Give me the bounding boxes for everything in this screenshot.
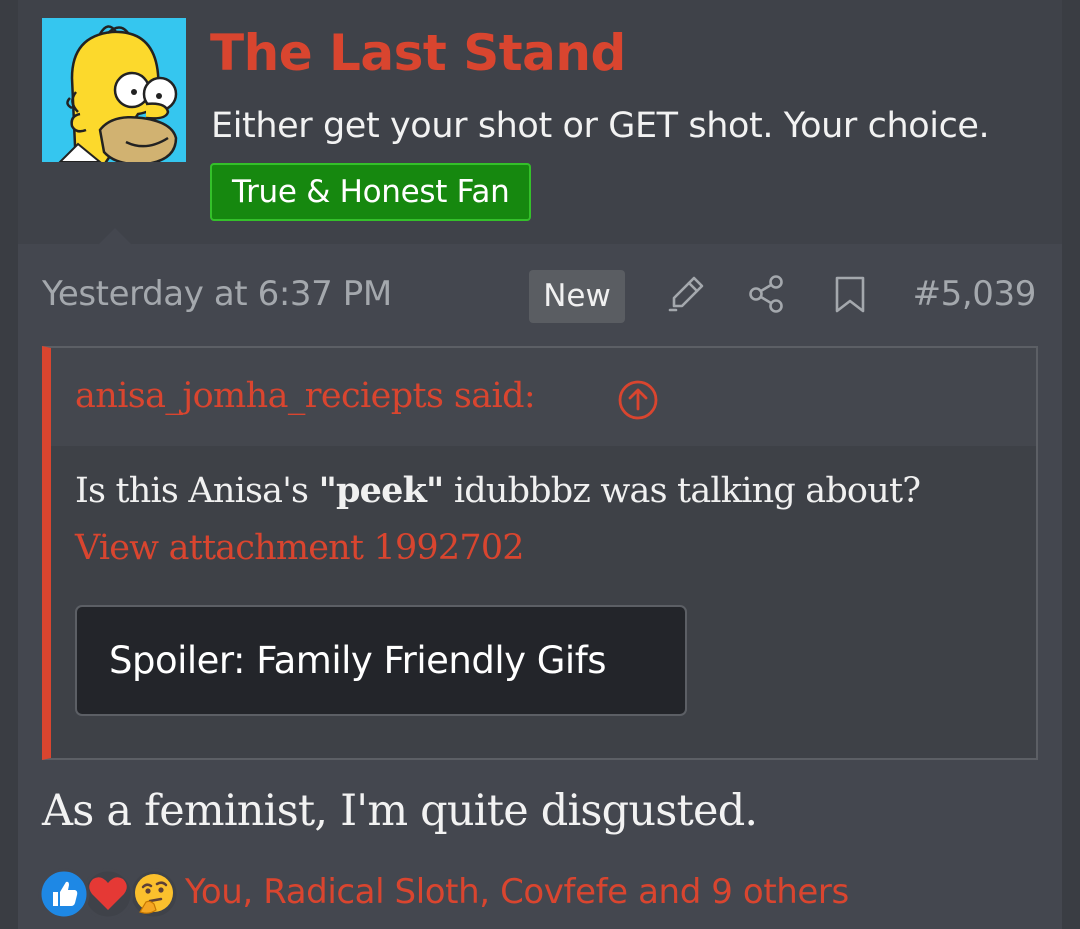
username[interactable]: The Last Stand [210, 24, 626, 82]
quote-text: Is this Anisa's "peek" idubbbz was talki… [75, 470, 921, 511]
quote-author[interactable]: anisa_jomha_reciepts said: [75, 376, 536, 416]
quote-text-end: idubbbz was talking about? [443, 471, 921, 511]
header-arrow [98, 228, 132, 245]
quote-block: anisa_jomha_reciepts said: Is this Anisa… [42, 346, 1038, 760]
homer-avatar-image [42, 18, 186, 162]
post-date[interactable]: Yesterday at 6:37 PM [42, 274, 392, 314]
post-message: As a feminist, I'm quite disgusted. [42, 786, 758, 836]
attachment-link[interactable]: View attachment 1992702 [75, 528, 525, 568]
share-icon[interactable] [745, 272, 789, 316]
user-title: Either get your shot or GET shot. Your c… [211, 106, 990, 146]
avatar[interactable] [42, 18, 186, 162]
quote-text-bold: "peek" [318, 470, 445, 511]
new-badge: New [529, 270, 625, 323]
spoiler-button[interactable]: Spoiler: Family Friendly Gifs [75, 605, 687, 716]
bookmark-icon[interactable] [828, 272, 872, 316]
user-banner: True & Honest Fan [210, 163, 532, 221]
edit-icon[interactable] [664, 272, 708, 316]
quote-text-start: Is this Anisa's [75, 471, 319, 511]
thinking-icon[interactable] [128, 868, 180, 920]
like-icon[interactable] [38, 868, 90, 920]
post-number[interactable]: #5,039 [913, 274, 1037, 314]
arrow-up-circle-icon[interactable] [617, 379, 659, 421]
reaction-users[interactable]: You, Radical Sloth, Covfefe and 9 others [185, 872, 849, 912]
reaction-icons[interactable] [38, 866, 180, 922]
